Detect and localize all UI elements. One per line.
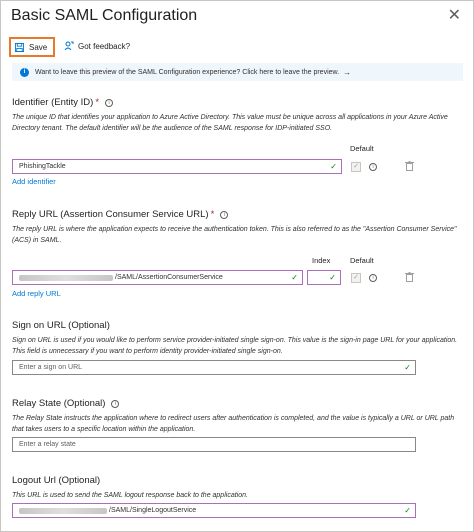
reply-url-section: Reply URL (Assertion Consumer Service UR… [12, 209, 464, 246]
redacted-domain [19, 507, 107, 514]
sign-on-description: Sign on URL is used if you would like to… [12, 337, 458, 355]
reply-url-default-checkbox[interactable]: ✓ [351, 273, 361, 283]
info-icon: i [20, 67, 29, 77]
logout-section: Logout Url (Optional) This URL is used t… [12, 475, 464, 501]
logout-description: This URL is used to send the SAML logout… [12, 492, 248, 499]
valid-check-icon: ✓ [404, 363, 411, 372]
identifier-default-checkbox[interactable]: ✓ [351, 162, 361, 172]
reply-url-input[interactable]: /SAML/AssertionConsumerService ✓ [12, 270, 303, 285]
feedback-button[interactable]: Got feedback? [64, 41, 130, 51]
required-mark: * [210, 209, 215, 220]
logout-title-text: Logout Url (Optional) [12, 475, 101, 486]
relay-state-section: Relay State (Optional) i The Relay State… [12, 398, 464, 435]
preview-banner[interactable]: i Want to leave this preview of the SAML… [12, 63, 463, 81]
identifier-title-text: Identifier (Entity ID) [12, 97, 94, 108]
identifier-section: Identifier (Entity ID) * i The unique ID… [12, 97, 464, 134]
relay-state-description: The Relay State instructs the applicatio… [12, 415, 455, 433]
required-mark: * [95, 97, 100, 108]
logout-url-value: /SAML/SingleLogoutService [109, 507, 197, 514]
feedback-person-icon [64, 41, 74, 51]
sign-on-url-placeholder: Enter a sign on URL [19, 364, 83, 371]
close-icon[interactable]: ✕ [448, 8, 461, 24]
trash-icon[interactable] [405, 161, 414, 171]
info-icon[interactable]: i [105, 98, 114, 107]
reply-url-title: Reply URL (Assertion Consumer Service UR… [12, 209, 464, 220]
save-button[interactable]: Save [9, 37, 55, 57]
relay-state-title-text: Relay State (Optional) [12, 398, 106, 409]
info-icon[interactable]: i [220, 210, 229, 219]
save-icon [15, 42, 24, 52]
reply-url-index-input[interactable]: ✓ [307, 270, 341, 285]
valid-check-icon: ✓ [329, 273, 336, 282]
logout-url-input[interactable]: /SAML/SingleLogoutService ✓ [12, 503, 416, 518]
sign-on-url-input[interactable]: Enter a sign on URL ✓ [12, 360, 416, 375]
reply-url-index-header: Index [312, 256, 331, 265]
info-icon[interactable]: i [111, 399, 120, 408]
reply-url-value: /SAML/AssertionConsumerService [115, 274, 223, 281]
saml-config-panel: Basic SAML Configuration ✕ Save Got feed… [0, 0, 474, 532]
relay-state-title: Relay State (Optional) i [12, 398, 464, 409]
identifier-value: PhishingTackle [19, 163, 66, 170]
relay-state-input[interactable]: Enter a relay state [12, 437, 416, 452]
identifier-description: The unique ID that identifies your appli… [12, 114, 448, 132]
sign-on-title: Sign on URL (Optional) [12, 320, 464, 331]
reply-url-title-text: Reply URL (Assertion Consumer Service UR… [12, 209, 209, 220]
identifier-title: Identifier (Entity ID) * i [12, 97, 464, 108]
add-identifier-link[interactable]: Add identifier [12, 177, 56, 186]
redacted-domain [19, 274, 113, 281]
identifier-default-header: Default [350, 144, 374, 153]
info-icon[interactable]: i [369, 274, 377, 282]
sign-on-section: Sign on URL (Optional) Sign on URL is us… [12, 320, 464, 357]
logout-title: Logout Url (Optional) [12, 475, 464, 486]
sign-on-title-text: Sign on URL (Optional) [12, 320, 110, 331]
panel-title: Basic SAML Configuration [11, 7, 198, 24]
relay-state-placeholder: Enter a relay state [19, 441, 76, 448]
add-reply-url-link[interactable]: Add reply URL [12, 289, 61, 298]
banner-text: Want to leave this preview of the SAML C… [35, 68, 340, 76]
identifier-input[interactable]: PhishingTackle ✓ [12, 159, 342, 174]
valid-check-icon: ✓ [330, 162, 337, 171]
valid-check-icon: ✓ [291, 273, 298, 282]
arrow-right-icon: → [343, 67, 352, 77]
save-label: Save [29, 42, 48, 52]
valid-check-icon: ✓ [404, 506, 411, 515]
reply-url-default-header: Default [350, 256, 374, 265]
info-icon[interactable]: i [369, 163, 377, 171]
trash-icon[interactable] [405, 272, 414, 282]
reply-url-description: The reply URL is where the application e… [12, 226, 457, 244]
feedback-label: Got feedback? [78, 41, 131, 51]
